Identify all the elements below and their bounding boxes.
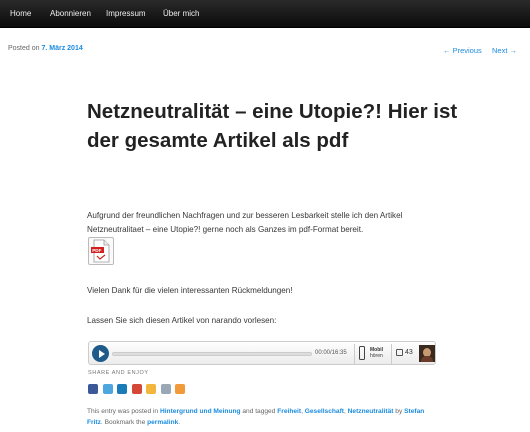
nav-abonnieren[interactable]: Abonnieren (50, 0, 91, 28)
play-button[interactable] (92, 345, 109, 362)
top-navigation: Home Abonnieren Impressum Über mich (0, 0, 530, 28)
category-link[interactable]: Hintergrund und Meinung (160, 408, 241, 415)
progress-bar[interactable] (112, 352, 312, 356)
next-link[interactable]: Next → (492, 46, 517, 55)
share-label: SHARE AND ENJOY (88, 370, 149, 376)
post-paragraph-intro: Aufgrund der freundlichen Nachfragen und… (87, 211, 403, 234)
footer-text: and tagged (242, 408, 276, 415)
footer-text: by (395, 408, 403, 415)
favorite-star-icon[interactable] (146, 384, 156, 394)
googleplus-icon[interactable] (131, 384, 142, 394)
mobile-listen-label[interactable]: Mobil hören (370, 347, 383, 359)
narrator-avatar[interactable] (419, 345, 435, 362)
posted-prefix: Posted on (8, 45, 40, 52)
permalink-link[interactable]: permalink (147, 419, 178, 426)
listen-count-icon (396, 349, 403, 356)
footer-text: . Bookmark the (100, 419, 146, 426)
nav-impressum[interactable]: Impressum (106, 0, 146, 28)
post-paragraph-thanks: Vielen Dank für die vielen interessanten… (87, 286, 293, 295)
footer-comma: , (301, 408, 303, 415)
divider (354, 344, 355, 364)
narando-audio-player: 00:00/16:35 Mobil hören 43 (88, 341, 436, 365)
previous-link[interactable]: ← Previous (443, 46, 482, 55)
time-display: 00:00/16:35 (315, 350, 347, 356)
post-title: Netzneutralität – eine Utopie?! Hier ist… (87, 100, 458, 152)
entry-meta-footer: This entry was posted in Hintergrund und… (87, 406, 437, 428)
nav-ueber-mich[interactable]: Über mich (163, 0, 199, 28)
rss-icon[interactable] (175, 384, 185, 394)
divider (391, 344, 392, 364)
linkedin-icon[interactable] (117, 384, 127, 394)
svg-text:PDF: PDF (92, 248, 101, 253)
post-meta: Posted on 7. März 2014 (8, 45, 83, 52)
mobile-phone-icon[interactable] (359, 346, 365, 360)
nav-home[interactable]: Home (10, 0, 31, 28)
listen-count: 43 (405, 349, 413, 356)
twitter-icon[interactable] (102, 384, 113, 394)
footer-comma: , (343, 408, 346, 415)
email-icon[interactable] (160, 384, 171, 394)
post-paragraph-narando: Lassen Sie sich diesen Artikel von naran… (87, 316, 277, 325)
footer-text: This entry was posted in (87, 408, 159, 415)
facebook-icon[interactable] (88, 384, 98, 394)
mobi-line2: hören (370, 353, 383, 359)
posted-date-link[interactable]: 7. März 2014 (41, 45, 82, 52)
tag-link-netzneutralitaet[interactable]: Netzneutralität (348, 408, 394, 415)
tag-link-gesellschaft[interactable]: Gesellschaft (305, 408, 344, 415)
footer-text: . (178, 419, 181, 426)
pdf-download-icon[interactable]: PDF (88, 237, 114, 265)
tag-link-freiheit[interactable]: Freiheit (277, 408, 301, 415)
